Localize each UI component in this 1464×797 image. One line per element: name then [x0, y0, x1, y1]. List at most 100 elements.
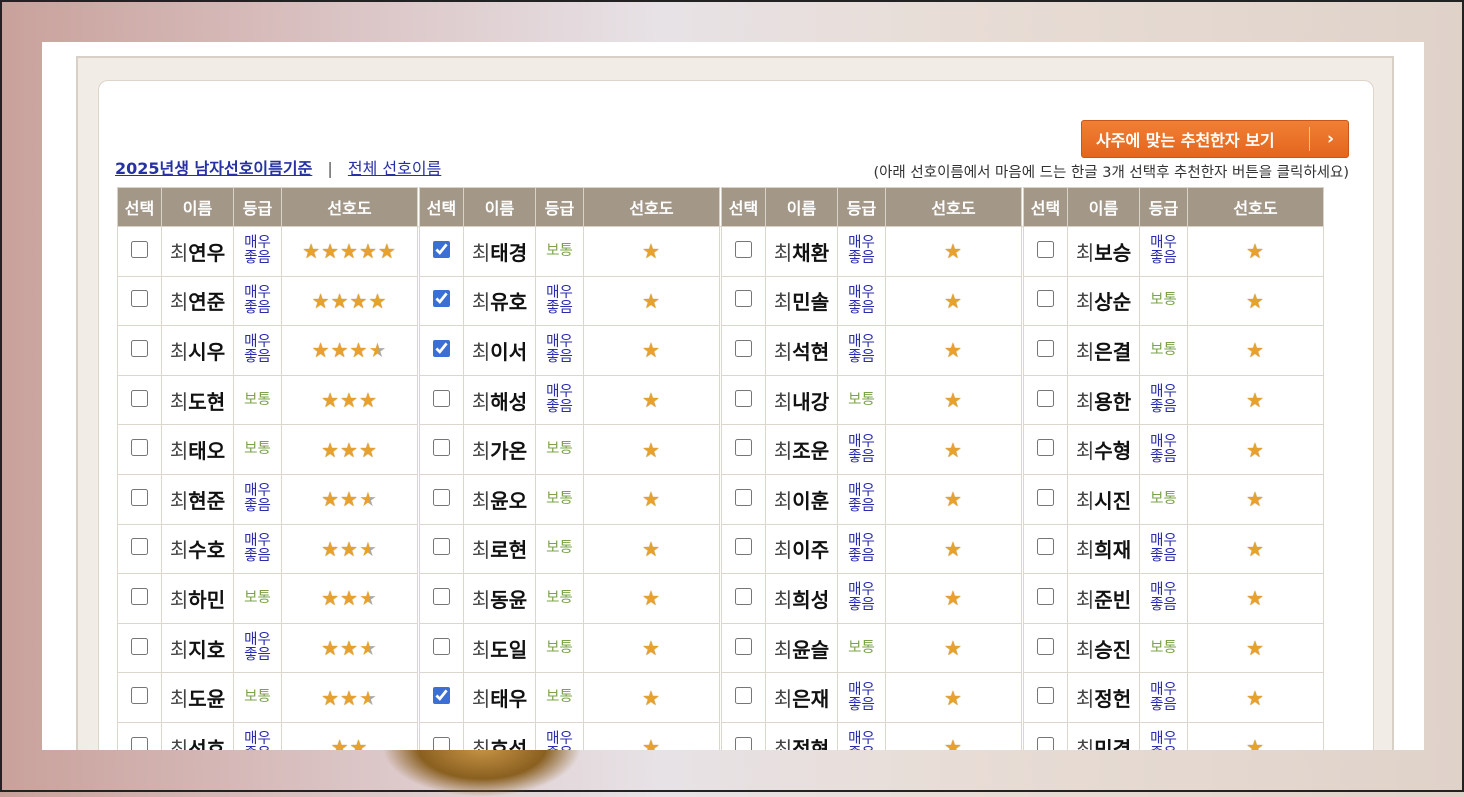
name-select-checkbox[interactable] [433, 290, 450, 308]
name-select-checkbox[interactable] [1037, 736, 1054, 750]
name-select-checkbox[interactable] [433, 538, 450, 556]
star-icon: ★ [1246, 685, 1265, 710]
grade-label: 매우좋음 [244, 483, 271, 515]
name-cell: 최도현 [161, 374, 234, 426]
given-name: 내강 [792, 389, 830, 414]
preference-cell: ★★★ [281, 473, 418, 525]
name-select-checkbox[interactable] [735, 488, 752, 506]
name-cell: 최은결 [1067, 325, 1140, 376]
given-name: 윤오 [490, 488, 528, 513]
name-select-checkbox[interactable] [735, 736, 752, 750]
name-select-checkbox[interactable] [1037, 637, 1054, 655]
name-cell: 최수형 [1067, 424, 1140, 475]
name-select-checkbox[interactable] [1037, 488, 1054, 506]
name-select-checkbox[interactable] [131, 290, 148, 308]
name-select-checkbox[interactable] [1037, 587, 1054, 605]
name-select-checkbox[interactable] [131, 538, 148, 556]
name-select-checkbox[interactable] [1037, 290, 1054, 308]
given-name: 윤슬 [792, 637, 830, 662]
half-star-icon: ★ [358, 487, 378, 512]
tab-2025-boy-names[interactable]: 2025년생 남자선호이름기준 [115, 159, 312, 178]
table-row: 최하민 보통 ★★★ 최동윤 보통 ★ 최희성 매우 좋음 ★ 최준빈 매우 좋음 ★ [117, 573, 1324, 624]
given-name: 선호 [188, 736, 226, 750]
star-icon: ★ [340, 685, 359, 710]
grade-label: 매우좋음 [244, 334, 271, 366]
select-cell [1023, 573, 1068, 624]
surname: 최 [471, 538, 491, 563]
grade-label: 보통 [546, 639, 573, 656]
name-cell: 최내강 [765, 374, 838, 426]
given-name: 정헌 [1094, 687, 1132, 712]
given-name: 은재 [792, 687, 830, 712]
saju-recommend-hanja-button[interactable]: 사주에 맞는 추천한자 보기 › [1081, 120, 1349, 158]
name-select-checkbox[interactable] [131, 637, 148, 655]
star-icon: ★ [330, 288, 350, 313]
select-cell [419, 275, 464, 327]
name-select-checkbox[interactable] [735, 339, 752, 357]
saju-button-label: 사주에 맞는 추천한자 보기 [1096, 131, 1275, 150]
star-icon: ★ [944, 735, 963, 750]
grade-label: 매우좋음 [244, 532, 271, 564]
name-select-checkbox[interactable] [433, 389, 450, 407]
name-select-checkbox[interactable] [1037, 439, 1054, 457]
grade-label: 매우좋음 [1150, 433, 1177, 465]
name-select-checkbox[interactable] [433, 637, 450, 655]
name-select-checkbox[interactable] [433, 339, 450, 357]
preference-cell: ★ [885, 672, 1022, 723]
star-icon: ★ [944, 437, 963, 462]
name-select-checkbox[interactable] [1037, 240, 1054, 258]
tab-separator: | [327, 159, 333, 178]
surname: 최 [773, 538, 793, 563]
name-select-checkbox[interactable] [1037, 389, 1054, 407]
name-select-checkbox[interactable] [1037, 538, 1054, 556]
name-select-checkbox[interactable] [433, 587, 450, 605]
name-select-checkbox[interactable] [735, 389, 752, 407]
grade-label: 매우좋음 [848, 532, 875, 564]
name-select-checkbox[interactable] [131, 439, 148, 457]
name-select-checkbox[interactable] [433, 439, 450, 457]
select-cell [721, 672, 766, 723]
grade-cell: 보통 [535, 424, 584, 475]
given-name: 승진 [1094, 637, 1132, 662]
table-row: 최연준 매우 좋음 ★★★★ 최유호 매우 좋음 ★ 최민솔 매우 좋음 ★ 최상순 보통 ★ [117, 275, 1324, 327]
name-cell: 최윤슬 [765, 622, 838, 674]
name-select-checkbox[interactable] [131, 488, 148, 506]
name-select-checkbox[interactable] [433, 240, 450, 258]
grade-cell: 매우좋음 [837, 275, 886, 327]
grade-label: 보통 [546, 441, 573, 458]
preference-cell: ★ [885, 275, 1022, 327]
given-name: 정현 [792, 736, 830, 750]
select-cell [721, 721, 766, 750]
name-select-checkbox[interactable] [131, 240, 148, 258]
content-panel: 사주에 맞는 추천한자 보기 › 2025년생 남자선호이름기준 | 전체 선호… [42, 42, 1424, 750]
name-select-checkbox[interactable] [735, 439, 752, 457]
preference-cell: ★★★ [281, 424, 418, 475]
star-icon: ★ [1246, 338, 1265, 363]
name-select-checkbox[interactable] [433, 687, 450, 705]
name-select-checkbox[interactable] [735, 290, 752, 308]
header-select: 선택 [419, 187, 464, 227]
name-select-checkbox[interactable] [735, 587, 752, 605]
name-select-checkbox[interactable] [131, 736, 148, 750]
name-select-checkbox[interactable] [131, 687, 148, 705]
name-select-checkbox[interactable] [1037, 687, 1054, 705]
name-select-checkbox[interactable] [1037, 339, 1054, 357]
surname: 최 [773, 637, 793, 662]
grade-label: 매우좋음 [848, 284, 875, 316]
grade-label: 매우좋음 [244, 235, 271, 267]
star-icon: ★ [321, 536, 341, 561]
preference-cell: ★ [1187, 622, 1324, 674]
name-select-checkbox[interactable] [735, 240, 752, 258]
name-select-checkbox[interactable] [735, 687, 752, 705]
tab-all-names[interactable]: 전체 선호이름 [348, 159, 441, 178]
table-row: 최도현 보통 ★★★ 최해성 매우 좋음 ★ 최내강 보통 ★ 최용한 매우 좋음 ★ [117, 374, 1324, 426]
name-select-checkbox[interactable] [433, 736, 450, 750]
name-select-checkbox[interactable] [131, 339, 148, 357]
name-select-checkbox[interactable] [735, 637, 752, 655]
name-select-checkbox[interactable] [131, 587, 148, 605]
name-select-checkbox[interactable] [433, 488, 450, 506]
name-select-checkbox[interactable] [131, 389, 148, 407]
star-icon: ★ [642, 388, 661, 413]
grade-label: 매우좋음 [546, 384, 573, 416]
name-select-checkbox[interactable] [735, 538, 752, 556]
